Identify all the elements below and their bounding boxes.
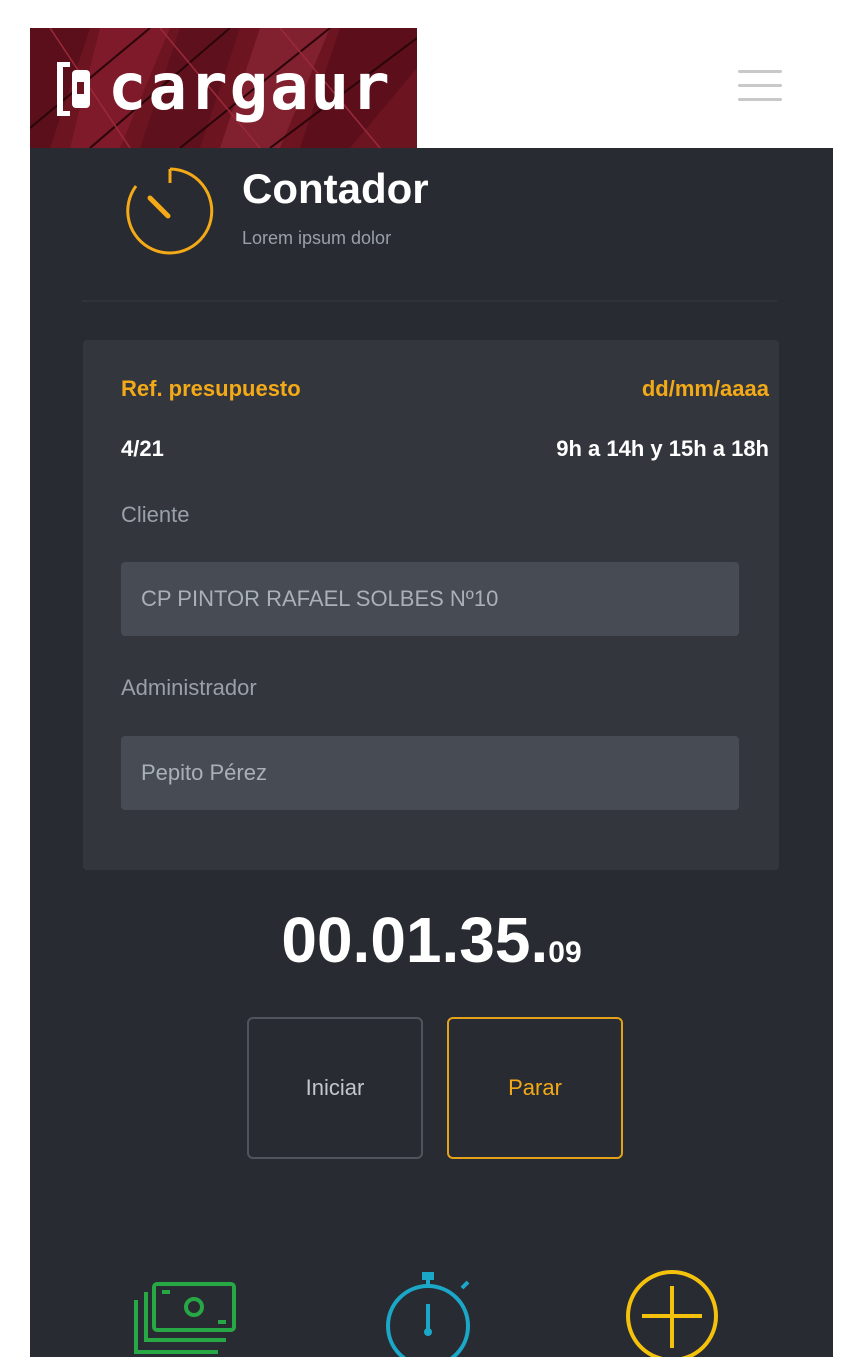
logo-mark-icon <box>57 62 90 116</box>
budget-info-card: Ref. presupuesto dd/mm/aaaa 4/21 9h a 14… <box>83 340 779 870</box>
logo-text: cargaur <box>108 51 392 125</box>
add-circle-icon[interactable] <box>622 1268 726 1357</box>
timer-fraction: 09 <box>548 936 582 969</box>
logo[interactable]: cargaur <box>30 28 417 148</box>
timer-display: 00.01.35.09 <box>30 903 833 977</box>
app-screen: cargaur Contador Lorem ipsum dolor Ref. … <box>30 28 833 1357</box>
administrador-field[interactable] <box>121 736 739 810</box>
start-button[interactable]: Iniciar <box>247 1017 423 1159</box>
money-icon[interactable] <box>130 1268 240 1357</box>
divider <box>82 300 777 302</box>
stopwatch-nav-icon[interactable] <box>380 1270 480 1357</box>
ref-presupuesto-value: 4/21 <box>121 436 164 461</box>
page-subtitle: Lorem ipsum dolor <box>242 228 392 248</box>
cliente-label: Cliente <box>121 502 190 527</box>
administrador-label: Administrador <box>121 675 257 700</box>
hours-value: 9h a 14h y 15h a 18h <box>556 436 769 461</box>
stop-button[interactable]: Parar <box>447 1017 623 1159</box>
page-title: Contador <box>242 165 429 212</box>
app-header: cargaur <box>30 28 833 148</box>
hamburger-menu-icon[interactable] <box>738 68 782 104</box>
ref-presupuesto-label: Ref. presupuesto <box>121 376 301 401</box>
date-label: dd/mm/aaaa <box>641 376 769 401</box>
timer-main: 00.01.35. <box>281 904 549 976</box>
cliente-field[interactable] <box>121 562 739 636</box>
stopwatch-icon <box>126 167 214 255</box>
